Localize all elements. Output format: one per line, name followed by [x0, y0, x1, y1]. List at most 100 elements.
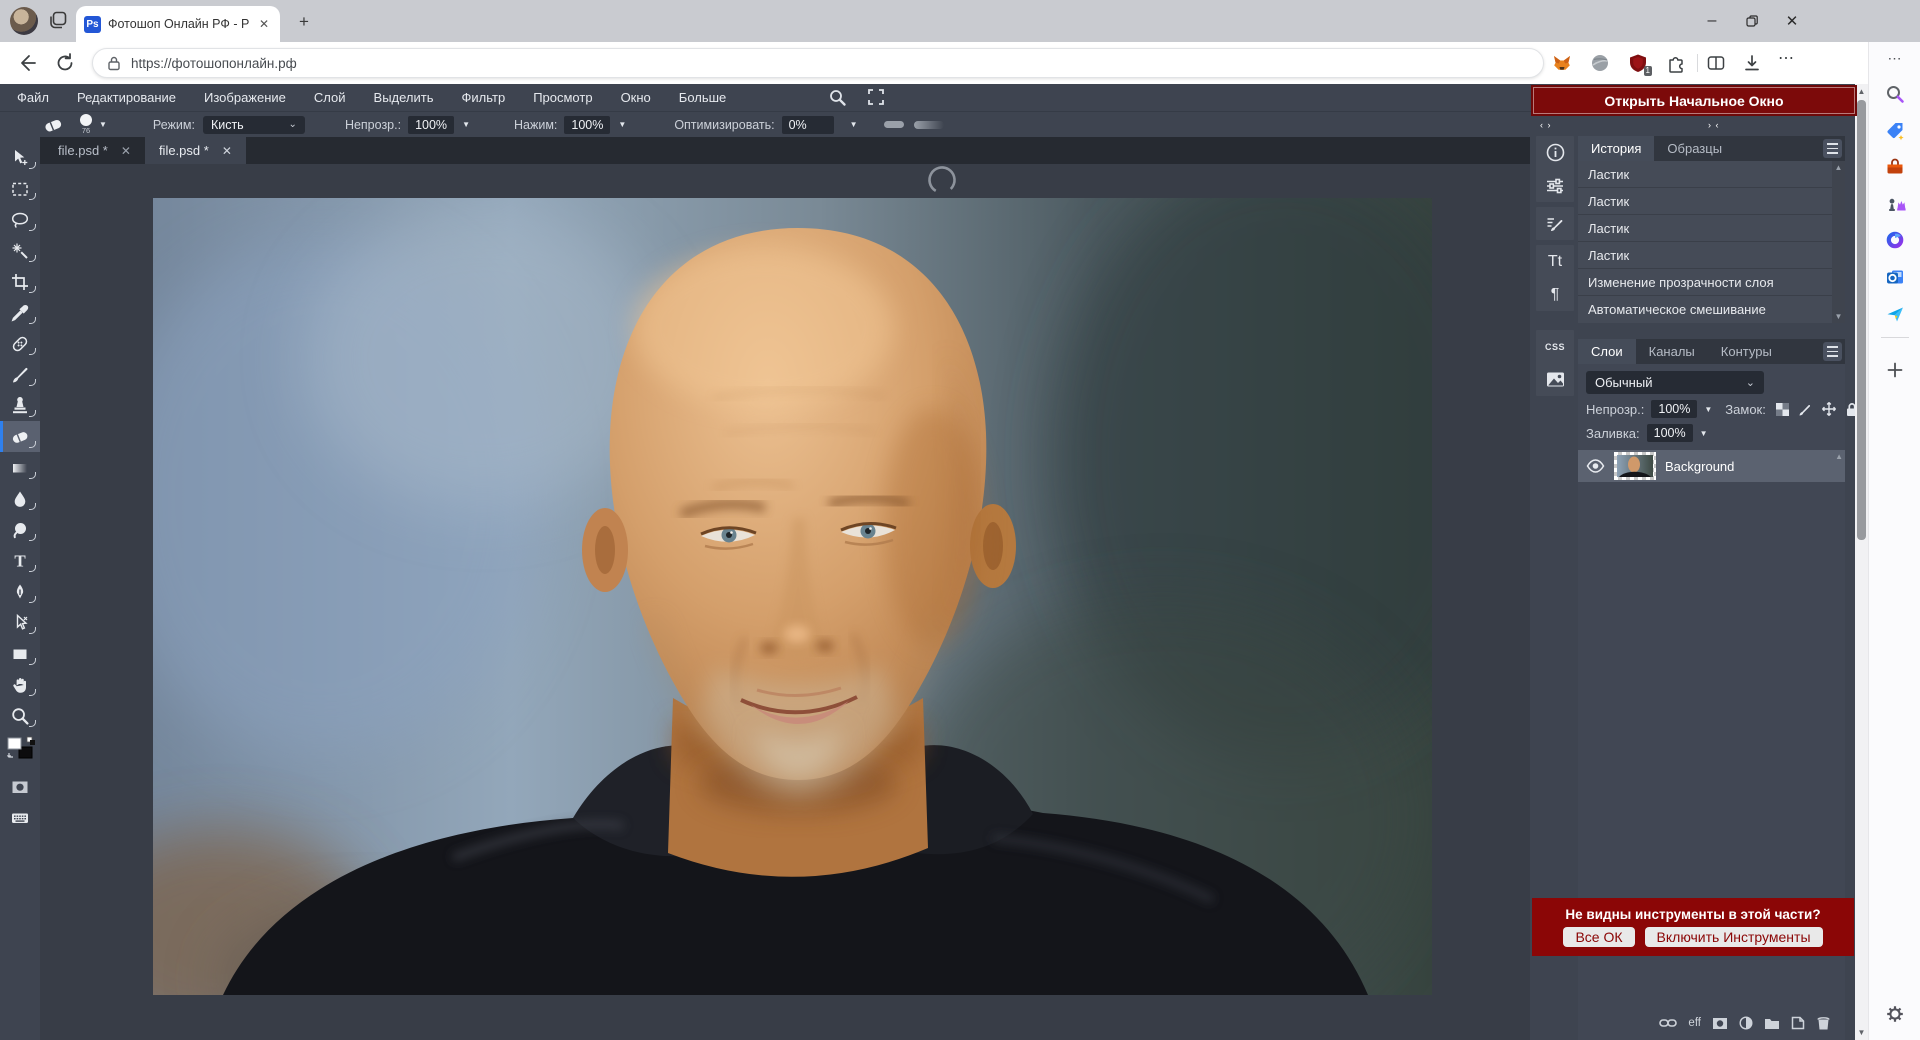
- layer-visibility-eye-icon[interactable]: [1586, 459, 1605, 473]
- zoom-search-icon[interactable]: [828, 88, 847, 107]
- optimize-input[interactable]: 0%: [782, 116, 834, 134]
- collapse-panels-icon[interactable]: › ‹: [1708, 120, 1720, 130]
- dodge-tool[interactable]: [0, 514, 40, 545]
- metamask-extension-icon[interactable]: [1552, 53, 1572, 73]
- document-tab-1[interactable]: file.psd * ✕: [44, 137, 145, 164]
- workspaces-icon[interactable]: [48, 10, 68, 30]
- new-layer-icon[interactable]: [1791, 1016, 1805, 1030]
- extensions-puzzle-icon[interactable]: [1666, 53, 1686, 73]
- new-tab-button[interactable]: +: [292, 10, 316, 34]
- lock-paint-icon[interactable]: [1798, 402, 1813, 417]
- document-close-icon[interactable]: ✕: [222, 144, 232, 158]
- sidebar-more-icon[interactable]: ⋯: [1869, 50, 1920, 67]
- shape-rectangle-tool[interactable]: [0, 638, 40, 669]
- brush-settings-panel-icon[interactable]: [1536, 207, 1574, 240]
- info-panel-icon[interactable]: [1536, 136, 1574, 169]
- history-step[interactable]: Ластик: [1578, 215, 1845, 242]
- history-step[interactable]: Изменение прозрачности слоя: [1578, 269, 1845, 296]
- window-close-button[interactable]: ✕: [1772, 0, 1812, 42]
- css-panel-icon[interactable]: CSS: [1536, 330, 1574, 363]
- sidebar-m365-icon[interactable]: [1885, 230, 1905, 250]
- marquee-tool[interactable]: [0, 173, 40, 204]
- menu-layer[interactable]: Слой: [314, 90, 346, 105]
- profile-avatar[interactable]: [10, 7, 38, 35]
- document-close-icon[interactable]: ✕: [121, 144, 131, 158]
- paragraph-panel-icon[interactable]: ¶: [1536, 278, 1574, 311]
- opacity-dropdown-icon[interactable]: ▼: [462, 120, 470, 129]
- browser-settings-more-icon[interactable]: ⋯: [1778, 48, 1798, 68]
- banner-ok-button[interactable]: Все ОК: [1563, 927, 1634, 947]
- eraser-tool[interactable]: [0, 421, 40, 452]
- history-step[interactable]: Ластик: [1578, 161, 1845, 188]
- sidebar-add-icon[interactable]: [1885, 360, 1905, 380]
- fill-input[interactable]: 100%: [1647, 424, 1693, 442]
- color-swatches[interactable]: [0, 731, 40, 771]
- browser-tab[interactable]: Ps Фотошоп Онлайн РФ - Русская в ✕: [76, 6, 280, 42]
- optimize-dropdown-icon[interactable]: ▼: [850, 120, 858, 129]
- text-tool[interactable]: T: [0, 545, 40, 576]
- window-restore-button[interactable]: [1732, 0, 1772, 42]
- gradient-tool[interactable]: [0, 452, 40, 483]
- move-tool[interactable]: [0, 142, 40, 173]
- lock-transparency-icon[interactable]: [1775, 402, 1790, 417]
- brush-tool[interactable]: [0, 359, 40, 390]
- sidebar-toolbox-icon[interactable]: [1885, 157, 1905, 177]
- downloads-icon[interactable]: [1742, 53, 1762, 73]
- layers-scroll-up-icon[interactable]: ▲: [1835, 452, 1843, 461]
- tab-paths[interactable]: Контуры: [1708, 339, 1785, 364]
- flow-dropdown-icon[interactable]: ▼: [618, 120, 626, 129]
- brush-picker-dropdown-icon[interactable]: ▼: [99, 120, 107, 129]
- mode-select[interactable]: Кисть ⌄: [203, 116, 305, 134]
- canvas-workspace[interactable]: [40, 164, 1530, 1040]
- layer-row-background[interactable]: Background ▲: [1578, 450, 1845, 482]
- history-scrollbar[interactable]: ▲ ▼: [1832, 161, 1845, 323]
- sidebar-games-icon[interactable]: [1885, 194, 1905, 214]
- tab-swatches[interactable]: Образцы: [1654, 136, 1735, 161]
- layer-effects-button[interactable]: eff: [1688, 1017, 1701, 1029]
- menu-more[interactable]: Больше: [679, 90, 727, 105]
- path-select-tool[interactable]: [0, 607, 40, 638]
- blur-tool[interactable]: [0, 483, 40, 514]
- photo-of-bald-man[interactable]: [153, 198, 1432, 995]
- document-tab-2[interactable]: file.psd * ✕: [145, 137, 246, 164]
- back-icon[interactable]: [16, 52, 38, 74]
- sidebar-settings-gear-icon[interactable]: [1885, 1004, 1905, 1024]
- healing-brush-tool[interactable]: [0, 328, 40, 359]
- split-screen-icon[interactable]: [1706, 53, 1726, 73]
- quick-mask-tool[interactable]: [0, 771, 40, 802]
- adjustments-panel-icon[interactable]: [1536, 169, 1574, 202]
- layers-panel-menu-icon[interactable]: [1823, 342, 1842, 361]
- sidebar-drop-icon[interactable]: [1885, 304, 1905, 324]
- page-scrollbar[interactable]: ▲ ▼: [1855, 84, 1868, 1040]
- layer-opacity-dropdown-icon[interactable]: ▼: [1704, 405, 1712, 414]
- crop-tool[interactable]: [0, 266, 40, 297]
- flow-input[interactable]: 100%: [564, 116, 610, 134]
- refresh-icon[interactable]: [54, 52, 76, 74]
- magic-wand-tool[interactable]: [0, 235, 40, 266]
- tab-history[interactable]: История: [1578, 136, 1654, 161]
- zoom-tool[interactable]: [0, 700, 40, 731]
- lock-position-icon[interactable]: [1821, 401, 1837, 417]
- menu-filter[interactable]: Фильтр: [462, 90, 506, 105]
- link-layers-icon[interactable]: [1659, 1017, 1677, 1029]
- delete-layer-trash-icon[interactable]: [1816, 1016, 1831, 1031]
- clone-stamp-tool[interactable]: [0, 390, 40, 421]
- adjustment-layer-icon[interactable]: [1739, 1016, 1753, 1030]
- fill-dropdown-icon[interactable]: ▼: [1700, 429, 1708, 438]
- pen-tool[interactable]: [0, 576, 40, 607]
- menu-view[interactable]: Просмотр: [533, 90, 592, 105]
- banner-enable-tools-button[interactable]: Включить Инструменты: [1645, 927, 1823, 947]
- open-start-window-button[interactable]: Открыть Начальное Окно: [1533, 87, 1855, 114]
- layer-opacity-input[interactable]: 100%: [1651, 400, 1697, 418]
- scroll-down-icon[interactable]: ▼: [1835, 312, 1843, 321]
- page-scroll-thumb[interactable]: [1857, 100, 1866, 540]
- new-group-folder-icon[interactable]: [1764, 1017, 1780, 1030]
- menu-select[interactable]: Выделить: [374, 90, 434, 105]
- tab-layers[interactable]: Слои: [1578, 339, 1636, 364]
- menu-edit[interactable]: Редактирование: [77, 90, 176, 105]
- menu-window[interactable]: Окно: [621, 90, 651, 105]
- opacity-input[interactable]: 100%: [408, 116, 454, 134]
- page-scroll-down-icon[interactable]: ▼: [1855, 1028, 1868, 1037]
- fullscreen-icon[interactable]: [867, 88, 885, 107]
- virtual-keyboard-icon[interactable]: [0, 802, 40, 833]
